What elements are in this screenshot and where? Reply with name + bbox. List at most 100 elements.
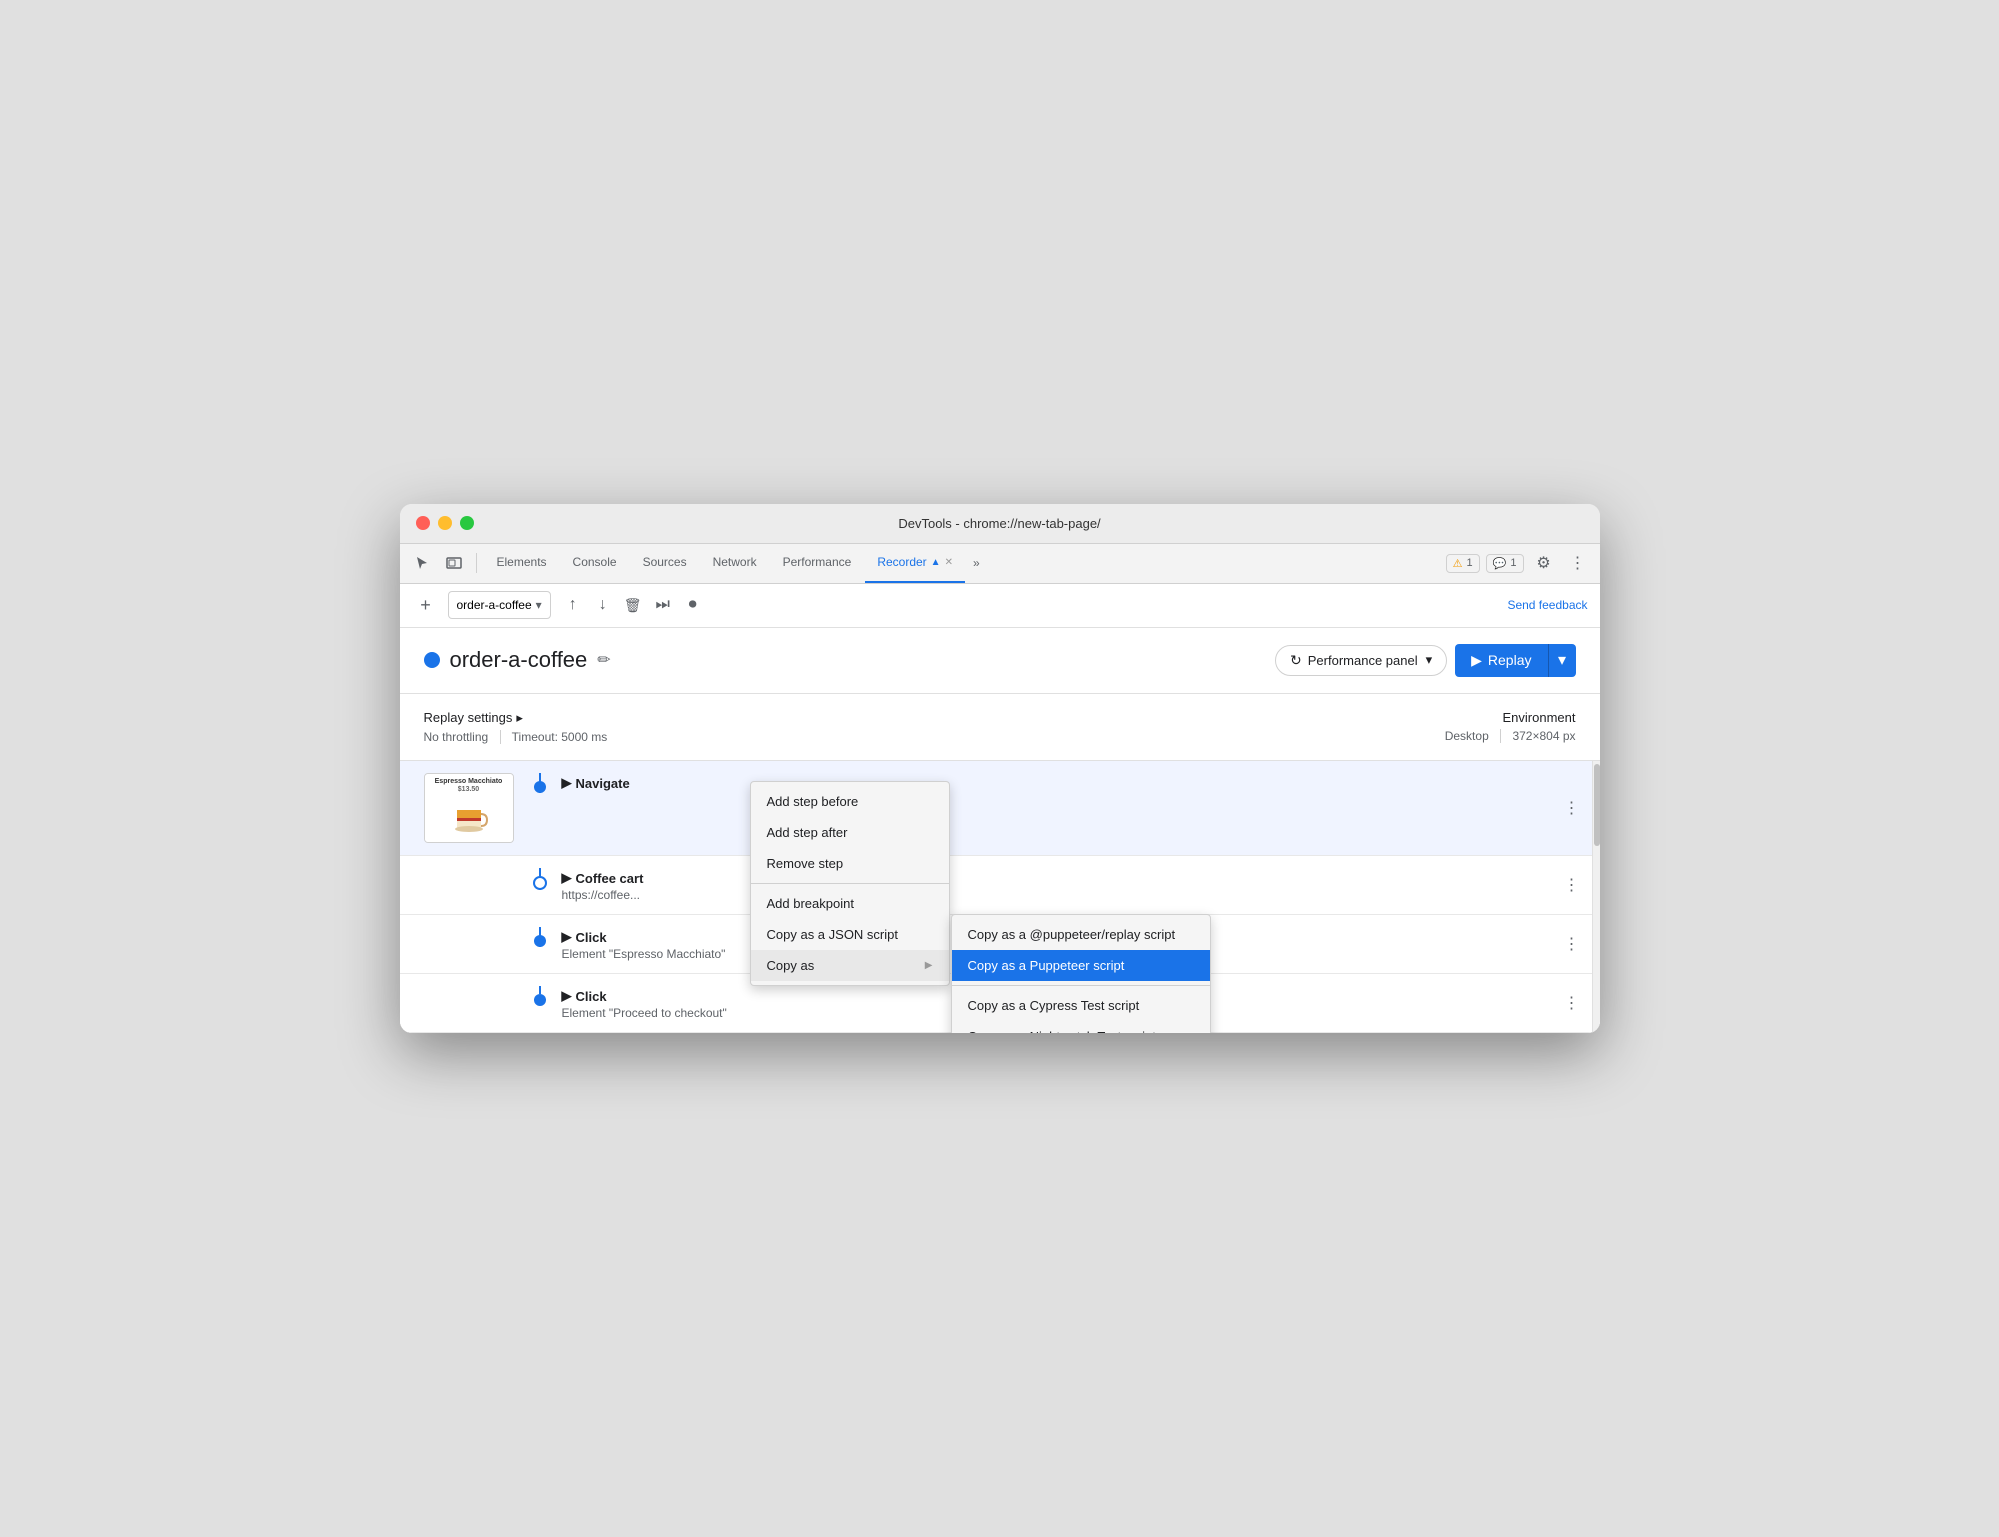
warning-badge-button[interactable]: ⚠ 1 xyxy=(1446,554,1480,573)
no-throttling-label: No throttling xyxy=(424,730,489,744)
chevron-down-icon: ▾ xyxy=(536,598,542,612)
step-navigate[interactable]: Espresso Macchiato$13.50 xyxy=(400,761,1600,856)
toolbar-left xyxy=(408,549,481,577)
step-click-espresso-more[interactable]: ⋮ xyxy=(1560,930,1584,958)
record-button[interactable]: ⏺ xyxy=(679,591,707,619)
info-badge-button[interactable]: 💬 1 xyxy=(1486,554,1524,573)
submenu: Copy as a @puppeteer/replay script Copy … xyxy=(951,914,1211,1033)
perf-panel-label: Performance panel xyxy=(1308,653,1418,668)
menu-add-step-before[interactable]: Add step before xyxy=(751,786,949,817)
thumbnail-text: Espresso Macchiato$13.50 xyxy=(435,778,503,795)
scrollbar-thumb[interactable] xyxy=(1594,764,1600,846)
tab-console[interactable]: Console xyxy=(561,543,629,583)
cursor-icon[interactable] xyxy=(408,549,436,577)
step-navigate-more[interactable]: ⋮ xyxy=(1560,794,1584,822)
timeline-line-4 xyxy=(539,986,541,994)
replay-settings-label: Replay settings xyxy=(424,710,513,725)
timeline-column-3 xyxy=(530,927,550,947)
step-dot-solid-3 xyxy=(534,935,546,947)
upload-icon: ↑ xyxy=(569,596,577,614)
tab-performance[interactable]: Performance xyxy=(771,543,864,583)
step-coffee-cart-subtitle: https://coffee... xyxy=(562,888,1576,902)
info-count: 1 xyxy=(1510,557,1516,569)
tab-recorder[interactable]: Recorder ▲ ✕ xyxy=(865,543,965,583)
submenu-cypress[interactable]: Copy as a Cypress Test script xyxy=(952,990,1210,1021)
menu-add-breakpoint[interactable]: Add breakpoint xyxy=(751,888,949,919)
step-coffee-cart[interactable]: ▶ Coffee cart https://coffee... ⋮ xyxy=(400,856,1600,915)
step-coffee-cart-content: ▶ Coffee cart https://coffee... xyxy=(562,868,1576,902)
menu-remove-step[interactable]: Remove step xyxy=(751,848,949,879)
add-recording-button[interactable]: + xyxy=(412,591,440,619)
steps-container: Espresso Macchiato$13.50 xyxy=(400,761,1600,1033)
device-toggle-icon[interactable] xyxy=(440,549,468,577)
close-button[interactable] xyxy=(416,516,430,530)
traffic-lights xyxy=(416,516,474,530)
settings-subtitle: No throttling Timeout: 5000 ms xyxy=(424,730,608,745)
replay-settings-title[interactable]: Replay settings ▸ xyxy=(424,710,608,726)
submenu-nightwatch[interactable]: Copy as a Nightwatch Test script xyxy=(952,1021,1210,1033)
recorder-icon: ▲ xyxy=(931,557,941,568)
env-divider xyxy=(1500,729,1501,743)
more-options-button[interactable]: ⋮ xyxy=(1564,549,1592,577)
info-icon: 💬 xyxy=(1493,557,1507,570)
warning-count: 1 xyxy=(1467,557,1473,569)
add-icon: + xyxy=(420,595,431,616)
replay-label: Replay xyxy=(1488,652,1532,668)
import-button[interactable]: ↓ xyxy=(589,591,617,619)
export-button[interactable]: ↑ xyxy=(559,591,587,619)
settings-right: Environment Desktop 372×804 px xyxy=(1445,710,1576,744)
recorder-tab-close[interactable]: ✕ xyxy=(945,557,953,568)
devtools-body: Elements Console Sources Network Perform… xyxy=(400,544,1600,1034)
submenu-puppeteer-replay[interactable]: Copy as a @puppeteer/replay script xyxy=(952,919,1210,950)
timeline-column-4 xyxy=(530,986,550,1006)
context-menu: Add step before Add step after Remove st… xyxy=(750,781,950,986)
recording-actions: ↻ Performance panel ▾ ▶ Replay ▾ xyxy=(1275,644,1575,677)
recording-selector-label: order-a-coffee xyxy=(457,598,532,612)
gear-icon: ⚙ xyxy=(1536,553,1550,573)
step-forward-button[interactable]: ⏭ xyxy=(649,591,677,619)
more-tabs-button[interactable]: » xyxy=(967,556,986,570)
maximize-button[interactable] xyxy=(460,516,474,530)
tab-sources[interactable]: Sources xyxy=(631,543,699,583)
scrollbar-track[interactable] xyxy=(1592,761,1600,1033)
step-expand-arrow-3: ▶ xyxy=(562,929,572,945)
recording-title: order-a-coffee ✏ xyxy=(424,647,611,673)
more-icon: ⋮ xyxy=(1570,553,1586,573)
settings-divider xyxy=(500,730,501,744)
menu-add-step-after[interactable]: Add step after xyxy=(751,817,949,848)
replay-main-button[interactable]: ▶ Replay xyxy=(1455,644,1547,677)
timeline-column xyxy=(530,773,550,793)
step-coffee-cart-more[interactable]: ⋮ xyxy=(1560,871,1584,899)
context-menu-divider-1 xyxy=(751,883,949,884)
menu-copy-as[interactable]: Copy as ▶ xyxy=(751,950,949,981)
tab-network[interactable]: Network xyxy=(701,543,769,583)
step-forward-icon: ⏭ xyxy=(655,596,669,614)
perf-panel-icon: ↻ xyxy=(1290,652,1302,669)
settings-left: Replay settings ▸ No throttling Timeout:… xyxy=(424,710,608,745)
menu-copy-json[interactable]: Copy as a JSON script xyxy=(751,919,949,950)
environment-label: Environment xyxy=(1445,710,1576,725)
step-expand-arrow-2: ▶ xyxy=(562,870,572,886)
tab-elements[interactable]: Elements xyxy=(485,543,559,583)
replay-dropdown-icon: ▾ xyxy=(1558,650,1566,670)
submenu-puppeteer-script[interactable]: Copy as a Puppeteer script xyxy=(952,950,1210,981)
recording-status-dot xyxy=(424,652,440,668)
delete-recording-button[interactable]: 🗑 xyxy=(619,591,647,619)
step-dot-solid-4 xyxy=(534,994,546,1006)
step-navigate-title: ▶ Navigate xyxy=(562,775,1576,791)
step-click-checkout-more[interactable]: ⋮ xyxy=(1560,989,1584,1017)
edit-name-icon[interactable]: ✏ xyxy=(597,650,610,670)
window-title: DevTools - chrome://new-tab-page/ xyxy=(898,516,1100,531)
perf-panel-button[interactable]: ↻ Performance panel ▾ xyxy=(1275,645,1447,676)
submenu-divider xyxy=(952,985,1210,986)
toolbar-divider xyxy=(476,553,477,573)
env-size-label: 372×804 px xyxy=(1512,729,1575,743)
settings-gear-button[interactable]: ⚙ xyxy=(1530,549,1558,577)
minimize-button[interactable] xyxy=(438,516,452,530)
replay-dropdown-button[interactable]: ▾ xyxy=(1548,644,1576,677)
send-feedback-link[interactable]: Send feedback xyxy=(1507,598,1587,612)
replay-button-group: ▶ Replay ▾ xyxy=(1455,644,1575,677)
recording-selector[interactable]: order-a-coffee ▾ xyxy=(448,591,551,619)
step-dot-hollow xyxy=(533,876,547,890)
env-desktop-label: Desktop xyxy=(1445,729,1489,743)
